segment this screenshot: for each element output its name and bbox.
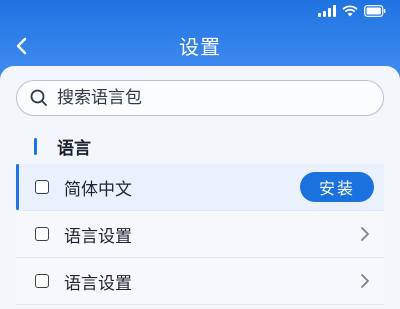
section-header: 语言: [34, 134, 91, 159]
status-bar: [0, 0, 400, 26]
list-item[interactable]: 语言设置: [16, 258, 384, 305]
wifi-icon: [342, 5, 358, 17]
search-bar[interactable]: [16, 80, 384, 116]
signal-icon: [318, 5, 336, 17]
list-item[interactable]: 语言设置: [16, 211, 384, 258]
content-panel: 语言 简体中文 安装 语言设置 语言设置: [0, 66, 400, 309]
section-accent-bar: [34, 138, 37, 155]
language-list: 简体中文 安装 语言设置 语言设置: [16, 164, 384, 305]
header: 设置: [0, 26, 400, 66]
battery-icon: [364, 5, 386, 17]
checkbox[interactable]: [35, 180, 49, 194]
checkbox[interactable]: [35, 227, 49, 241]
section-title: 语言: [57, 139, 91, 159]
chevron-right-icon: [360, 273, 370, 289]
item-label: 简体中文: [64, 179, 132, 200]
install-button[interactable]: 安装: [300, 172, 374, 202]
chevron-right-icon: [360, 226, 370, 242]
page-title: 设置: [179, 35, 221, 59]
checkbox[interactable]: [35, 274, 49, 288]
item-label: 语言设置: [64, 226, 132, 247]
list-item[interactable]: 简体中文 安装: [16, 164, 384, 211]
search-input[interactable]: [55, 87, 319, 109]
status-icons: [318, 5, 386, 17]
search-icon: [29, 88, 49, 108]
item-label: 语言设置: [64, 273, 132, 294]
